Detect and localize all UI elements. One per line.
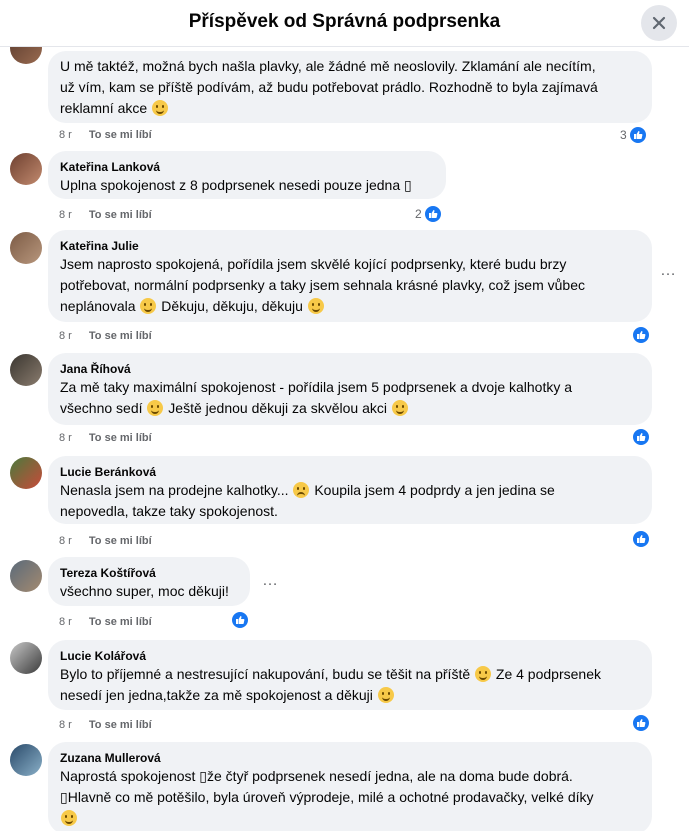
comment-bubble: U mě taktéž, možná bych našla plavky, al… (48, 51, 652, 123)
comment-meta: 8 r To se mi líbí (59, 208, 152, 222)
thumbs-up-icon (632, 326, 650, 344)
timestamp[interactable]: 8 r (59, 535, 72, 547)
comment-author[interactable]: Kateřina Lanková (60, 159, 434, 175)
like-link[interactable]: To se mi líbí (89, 616, 152, 628)
comment-text: Naprostá spokojenost ▯že čtyř podprsenek… (60, 768, 573, 784)
reaction-count-value: 3 (620, 128, 627, 142)
smile-emoji-icon (61, 810, 77, 826)
comment-text: nesedí jen jedna,takže za mě spokojenost… (60, 685, 640, 706)
timestamp[interactable]: 8 r (59, 209, 72, 221)
reaction-count[interactable] (632, 326, 650, 344)
reaction-count[interactable]: 3 (620, 126, 647, 144)
comment-bubble: Lucie Beránková Nenasla jsem na prodejne… (48, 456, 652, 524)
close-button[interactable] (641, 5, 677, 41)
comments-list: U mě taktéž, možná bych našla plavky, al… (0, 0, 689, 831)
reaction-count-value: 2 (415, 207, 422, 221)
like-link[interactable]: To se mi líbí (89, 129, 152, 141)
comment-bubble: Zuzana Mullerová Naprostá spokojenost ▯ž… (48, 742, 652, 831)
comment-meta: 8 r To se mi líbí (59, 329, 152, 343)
comment-text: reklamní akce (60, 98, 640, 119)
comment-bubble: Jana Říhová Za mě taky maximální spokoje… (48, 353, 652, 425)
avatar[interactable] (10, 232, 42, 264)
comment-meta: 8 r To se mi líbí (59, 615, 152, 629)
comment-text: Jsem naprosto spokojená, pořídila jsem s… (60, 256, 567, 272)
reaction-count[interactable] (632, 428, 650, 446)
comment-bubble: Lucie Kolářová Bylo to příjemné a nestre… (48, 640, 652, 710)
avatar[interactable] (10, 457, 42, 489)
comment-text: už vím, kam se příště podívám, až budu p… (60, 79, 598, 95)
comment-text: Bylo to příjemné a nestresující nakupová… (60, 666, 601, 682)
avatar[interactable] (10, 642, 42, 674)
comment-text: potřebovat, normální podprsenky a taky j… (60, 277, 585, 293)
smile-emoji-icon (147, 400, 164, 416)
comment-text: Uplna spokojenost z 8 podprsenek nesedi … (60, 177, 412, 193)
reaction-count[interactable] (231, 611, 249, 629)
smile-emoji-icon (391, 400, 408, 416)
thumbs-up-icon (628, 126, 647, 144)
timestamp[interactable]: 8 r (59, 330, 72, 342)
like-link[interactable]: To se mi líbí (89, 535, 152, 547)
avatar[interactable] (10, 560, 42, 592)
comment-text: Za mě taky maximální spokojenost - poříd… (60, 379, 573, 395)
comment-author[interactable]: Lucie Kolářová (60, 648, 640, 664)
smile-emoji-icon (140, 298, 157, 314)
comment-meta: 8 r To se mi líbí (59, 534, 152, 548)
comment-bubble: Tereza Koštířová všechno super, moc děku… (48, 557, 250, 606)
timestamp[interactable]: 8 r (59, 432, 72, 444)
reaction-count[interactable] (632, 714, 650, 732)
dialog-header: Příspěvek od Správná podprsenka (0, 0, 689, 47)
close-icon (652, 16, 666, 30)
timestamp[interactable]: 8 r (59, 129, 72, 141)
page-title: Příspěvek od Správná podprsenka (188, 11, 501, 32)
comment-text: všechno super, moc děkuji! (60, 583, 229, 599)
comment-meta: 8 r To se mi líbí (59, 718, 152, 732)
smile-emoji-icon (152, 100, 169, 116)
comment-text: všechno sedí Ještě jednou děkuji za skvě… (60, 398, 640, 419)
comment-bubble: Kateřina Julie Jsem naprosto spokojená, … (48, 230, 652, 322)
comment-text: ▯Hlavně co mě potěšilo, byla úroveň výpr… (60, 789, 594, 805)
comment-author[interactable]: Jana Říhová (60, 361, 640, 377)
comment-text: U mě taktéž, možná bych našla plavky, al… (60, 58, 596, 74)
timestamp[interactable]: 8 r (59, 616, 72, 628)
timestamp[interactable]: 8 r (59, 719, 72, 731)
comment-text (60, 808, 640, 829)
smile-emoji-icon (377, 687, 394, 703)
thumbs-up-icon (632, 428, 650, 446)
like-link[interactable]: To se mi líbí (89, 719, 152, 731)
thumbs-up-icon (632, 530, 650, 548)
more-options-icon[interactable]: … (660, 262, 677, 280)
reaction-count[interactable] (632, 530, 650, 548)
comment-text: nepovedla, takze taky spokojenost. (60, 503, 278, 519)
sad-emoji-icon (293, 482, 310, 498)
comment-text: Nenasla jsem na prodejne kalhotky... Kou… (60, 482, 555, 498)
comment-author[interactable]: Tereza Koštířová (60, 565, 238, 581)
comment-meta: 8 r To se mi líbí (59, 431, 152, 445)
more-options-icon[interactable]: … (262, 572, 279, 590)
comment-author[interactable]: Kateřina Julie (60, 238, 640, 254)
comment-meta: 8 r To se mi líbí (59, 128, 152, 142)
comment-author[interactable]: Lucie Beránková (60, 464, 640, 480)
comment-text: neplánovala Děkuju, děkuju, děkuju (60, 296, 640, 317)
reaction-count[interactable]: 2 (415, 205, 442, 223)
smile-emoji-icon (307, 298, 324, 314)
comment-bubble: Kateřina Lanková Uplna spokojenost z 8 p… (48, 151, 446, 199)
like-link[interactable]: To se mi líbí (89, 432, 152, 444)
thumbs-up-icon (632, 714, 650, 732)
thumbs-up-icon (231, 611, 249, 629)
avatar[interactable] (10, 744, 42, 776)
like-link[interactable]: To se mi líbí (89, 330, 152, 342)
like-link[interactable]: To se mi líbí (89, 209, 152, 221)
smile-emoji-icon (475, 666, 492, 682)
comment-author[interactable]: Zuzana Mullerová (60, 750, 640, 766)
avatar[interactable] (10, 153, 42, 185)
avatar[interactable] (10, 354, 42, 386)
thumbs-up-icon (423, 205, 442, 223)
